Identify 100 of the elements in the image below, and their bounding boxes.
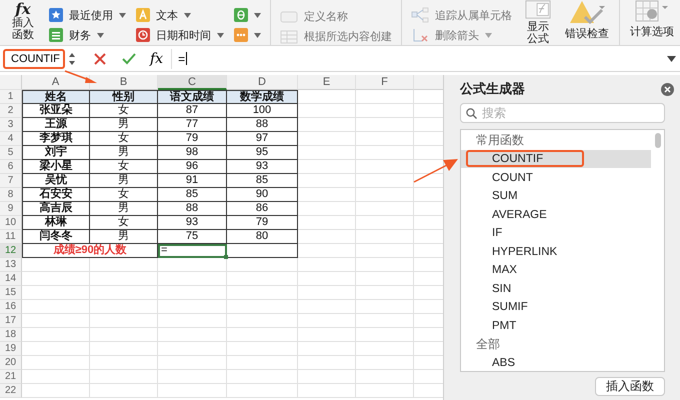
row-number[interactable]: 19 xyxy=(0,342,22,356)
function-icon[interactable]: fx xyxy=(150,50,164,66)
table-cell: 男 xyxy=(90,146,158,160)
function-item[interactable]: SUM xyxy=(466,187,584,204)
table-cell: 林琳 xyxy=(22,216,90,230)
row-number[interactable]: 21 xyxy=(0,370,22,384)
warning-check-icon xyxy=(569,0,605,26)
column-title-cell: 姓名 xyxy=(22,90,90,104)
row-number[interactable]: 3 xyxy=(0,118,22,132)
column-title-cell: 语文成绩 xyxy=(158,90,227,104)
table-cell: 87 xyxy=(158,104,227,118)
star-icon xyxy=(49,8,63,22)
close-icon[interactable] xyxy=(661,82,674,96)
function-item[interactable]: ABS xyxy=(466,354,584,371)
row-number[interactable]: 14 xyxy=(0,272,22,286)
formula-input[interactable]: = xyxy=(178,52,186,66)
tag-icon xyxy=(280,10,298,24)
caret-icon xyxy=(119,12,126,18)
book-icon xyxy=(49,28,63,42)
table-cell: 95 xyxy=(227,146,298,160)
table-cell: 高吉辰 xyxy=(22,202,90,216)
select-all-corner[interactable] xyxy=(0,75,22,90)
table-cell: 85 xyxy=(227,174,298,188)
caret-icon xyxy=(254,32,261,38)
column-title-cell: 数学成绩 xyxy=(227,90,298,104)
remove-arrows-icon xyxy=(411,27,429,43)
row-number[interactable]: 22 xyxy=(0,384,22,398)
column-header[interactable]: E xyxy=(298,75,356,90)
row-number[interactable]: 20 xyxy=(0,356,22,370)
ribbon-icon-button[interactable] xyxy=(234,8,261,22)
scrollbar-thumb[interactable] xyxy=(655,133,661,148)
table-cell: 79 xyxy=(227,216,298,230)
insert-function-button[interactable]: 插入函数 xyxy=(10,17,36,41)
ribbon-icon-button[interactable] xyxy=(234,28,261,42)
table-cell: 男 xyxy=(90,118,158,132)
row-number[interactable]: 6 xyxy=(0,160,22,174)
row-number[interactable]: 12 xyxy=(0,244,22,258)
row-number[interactable]: 16 xyxy=(0,300,22,314)
function-item[interactable]: MAX xyxy=(466,261,584,278)
caret-icon xyxy=(254,12,261,18)
empty-cell[interactable] xyxy=(227,244,298,258)
row-number[interactable]: 11 xyxy=(0,230,22,244)
ribbon-big-button[interactable]: 计算选项 xyxy=(624,0,680,45)
confirm-icon[interactable] xyxy=(122,52,136,64)
clock-icon xyxy=(136,28,150,42)
row-number[interactable]: 7 xyxy=(0,174,22,188)
ribbon-big-button[interactable]: 错误检查 xyxy=(559,0,615,45)
function-icon: fx xyxy=(15,1,31,17)
column-header[interactable]: C xyxy=(158,75,227,90)
caret-icon xyxy=(97,32,104,38)
function-item[interactable]: IF xyxy=(466,224,584,242)
table-cell: 85 xyxy=(158,188,227,202)
row-number[interactable]: 8 xyxy=(0,188,22,202)
cancel-icon[interactable] xyxy=(94,52,106,64)
table-cell: 李梦琪 xyxy=(22,132,90,146)
table-cell: 闫冬冬 xyxy=(22,230,90,244)
name-box[interactable]: COUNTIF xyxy=(3,48,65,68)
row-number[interactable]: 5 xyxy=(0,146,22,160)
insert-function-button[interactable]: 插入函数 xyxy=(595,377,665,396)
row-number[interactable]: 9 xyxy=(0,202,22,216)
table-cell: 86 xyxy=(227,202,298,216)
function-item[interactable]: PMT xyxy=(466,316,584,334)
table-cell: 女 xyxy=(90,188,158,202)
table-cell: 女 xyxy=(90,160,158,174)
dots-icon xyxy=(234,28,248,42)
table-icon xyxy=(280,28,298,44)
row-number[interactable]: 1 xyxy=(0,90,22,104)
letter-icon xyxy=(136,8,150,22)
function-item[interactable]: HYPERLINK xyxy=(466,242,584,260)
row-number[interactable]: 13 xyxy=(0,258,22,272)
row-number[interactable]: 4 xyxy=(0,132,22,146)
row-number[interactable]: 17 xyxy=(0,314,22,328)
table-cell: 女 xyxy=(90,104,158,118)
row-number[interactable]: 15 xyxy=(0,286,22,300)
active-cell[interactable]: = xyxy=(158,244,227,258)
ribbon-menu-button[interactable]: 文本 xyxy=(136,8,224,22)
caret-icon xyxy=(485,32,492,38)
stepper-icon[interactable] xyxy=(68,50,76,66)
theta-icon xyxy=(234,8,248,22)
column-header[interactable]: F xyxy=(356,75,414,90)
caret-icon[interactable] xyxy=(667,56,676,62)
table-cell: 90 xyxy=(227,188,298,202)
function-item[interactable]: SUMIF xyxy=(466,298,584,316)
table-cell: 成绩≥90的人数 xyxy=(22,244,158,258)
table-cell: 80 xyxy=(227,230,298,244)
ribbon-menu-button[interactable]: 最近使用 xyxy=(49,8,126,22)
row-number[interactable]: 2 xyxy=(0,104,22,118)
table-cell: 张亚朵 xyxy=(22,104,90,118)
function-item[interactable]: AVERAGE xyxy=(466,206,584,223)
row-number[interactable]: 10 xyxy=(0,216,22,230)
function-item[interactable]: COUNTIF xyxy=(466,150,584,168)
ribbon-menu-button[interactable]: 财务 xyxy=(49,28,126,42)
function-item[interactable]: SIN xyxy=(466,280,584,297)
table-cell: 88 xyxy=(227,118,298,132)
callout-arrow xyxy=(64,70,98,84)
row-number[interactable]: 18 xyxy=(0,328,22,342)
ribbon-menu-button[interactable]: 日期和时间 xyxy=(136,28,224,42)
ribbon-big-button[interactable]: 显示公式 xyxy=(517,0,559,45)
search-icon xyxy=(466,108,477,118)
function-item[interactable]: COUNT xyxy=(466,168,584,186)
